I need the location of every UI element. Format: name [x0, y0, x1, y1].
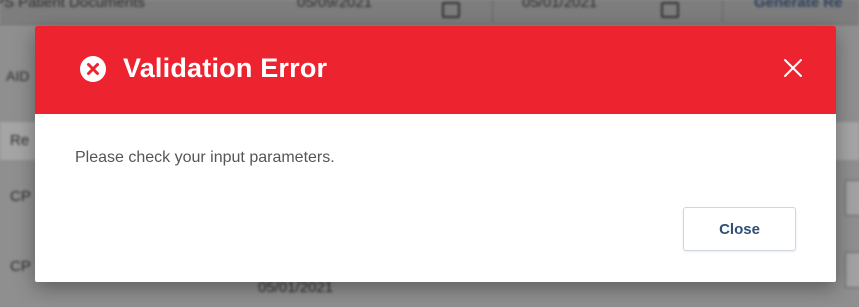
background-section-label: AID — [6, 68, 30, 84]
background-generate-button: Generate Re — [754, 0, 843, 11]
divider — [722, 0, 723, 22]
dialog-header: Validation Error — [35, 26, 836, 114]
background-row-button — [845, 252, 859, 288]
dialog-message: Please check your input parameters. — [75, 149, 335, 166]
background-start-date: 05/09/2021 — [297, 0, 373, 11]
background-row-button — [845, 180, 859, 216]
close-button[interactable]: Close — [683, 207, 796, 251]
calendar-icon — [442, 2, 460, 18]
background-dropdown-text: PS Patient Documents — [0, 0, 145, 11]
circle-x-icon — [80, 56, 106, 82]
screen: PS Patient Documents 05/09/2021 05/01/20… — [0, 0, 859, 307]
background-row-label: CP — [10, 258, 31, 275]
background-row-label: CP — [10, 188, 31, 205]
dialog-title: Validation Error — [123, 53, 328, 83]
background-end-date: 05/01/2021 — [522, 0, 598, 11]
divider — [492, 0, 493, 22]
calendar-icon — [661, 2, 679, 18]
background-row-label: Re — [10, 132, 30, 149]
validation-error-dialog: Validation Error Please check your input… — [35, 26, 836, 282]
close-icon[interactable] — [781, 56, 805, 80]
